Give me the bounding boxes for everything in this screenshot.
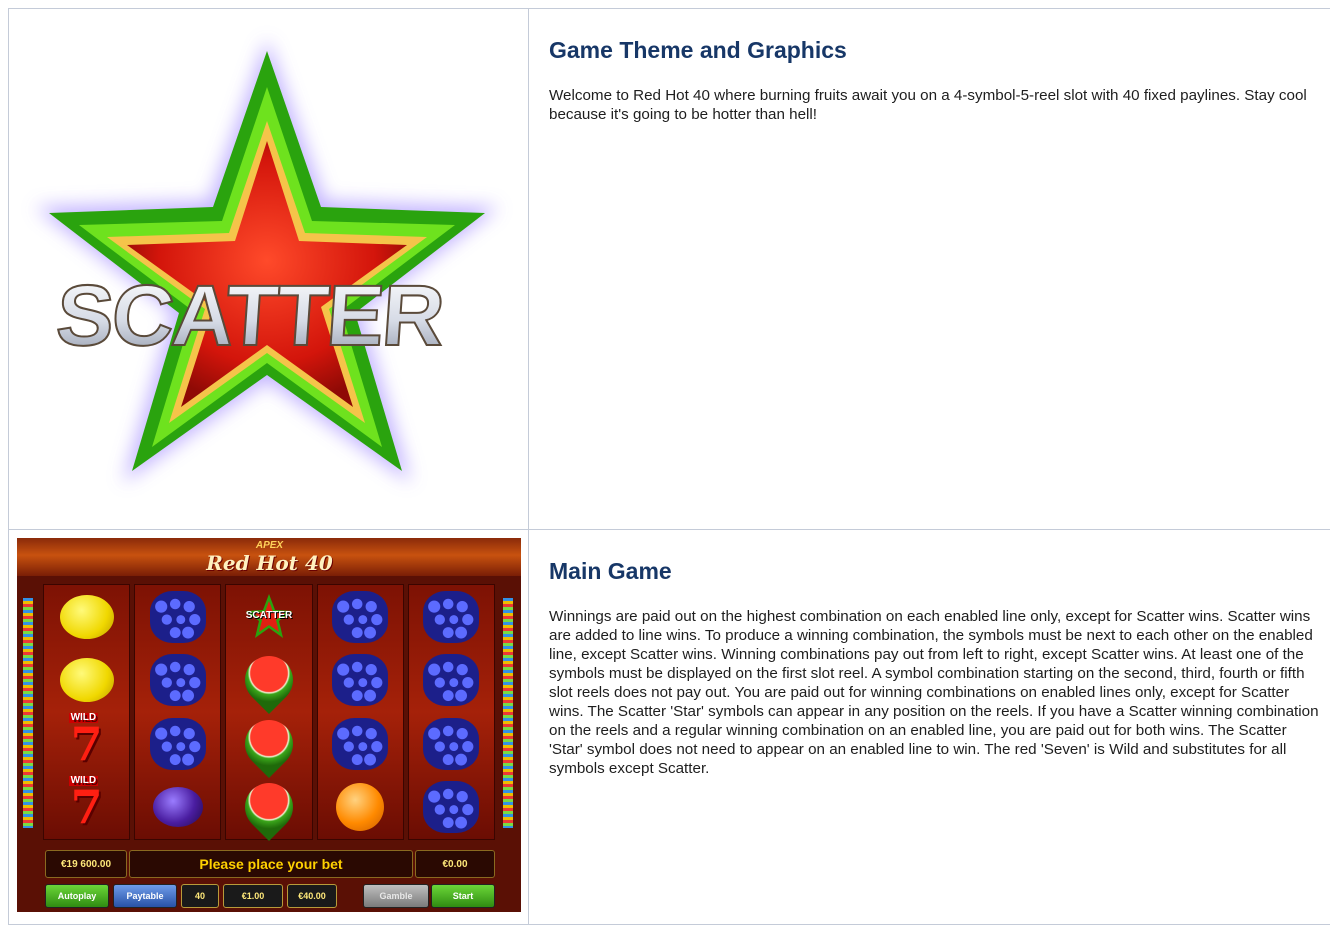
game-message: Please place your bet: [199, 856, 342, 872]
grapes-symbol: [329, 652, 391, 708]
grapes-symbol: [329, 716, 391, 772]
section-body-theme: Welcome to Red Hot 40 where burning frui…: [549, 86, 1321, 124]
grapes-symbol: [420, 589, 482, 645]
row-theme: SCATTER Game Theme and Graphics Welcome …: [9, 9, 1330, 530]
bet-per-line-value[interactable]: €1.00: [223, 884, 283, 908]
reel-5: [408, 584, 495, 840]
right-line-indicators: [503, 598, 513, 828]
watermelon-symbol: [238, 652, 300, 708]
left-line-indicators: [23, 598, 33, 828]
lines-value[interactable]: 40: [181, 884, 219, 908]
win-value: €0.00: [442, 859, 467, 870]
grapes-symbol: [147, 716, 209, 772]
watermelon-symbol: [238, 716, 300, 772]
wild-seven-symbol: WILD7: [56, 779, 118, 835]
main-game-text-cell: Main Game Winnings are paid out on the h…: [529, 530, 1330, 925]
grapes-symbol: [329, 589, 391, 645]
credit-value: €19 600.00: [61, 859, 111, 870]
plum-symbol: [147, 779, 209, 835]
section-heading-main-game: Main Game: [549, 558, 1321, 585]
autoplay-button[interactable]: Autoplay: [45, 884, 109, 908]
grapes-symbol: [147, 652, 209, 708]
start-button[interactable]: Start: [431, 884, 495, 908]
scatter-word: SCATTER: [53, 268, 446, 364]
theme-text-cell: Game Theme and Graphics Welcome to Red H…: [529, 9, 1330, 530]
reel-1: WILD7 WILD7: [43, 584, 130, 840]
scatter-symbol: SCATTER: [238, 589, 300, 645]
grapes-symbol: [147, 589, 209, 645]
orange-symbol: [329, 779, 391, 835]
section-body-main-game: Winnings are paid out on the highest com…: [549, 607, 1321, 778]
game-title: APEX Red Hot 40: [187, 540, 352, 575]
scatter-star-image: SCATTER: [9, 9, 528, 524]
lemon-symbol: [56, 652, 118, 708]
reel-4: [317, 584, 404, 840]
page: SCATTER Game Theme and Graphics Welcome …: [0, 0, 1330, 920]
reels: WILD7 WILD7 SCATTER: [43, 584, 495, 840]
paytable-button[interactable]: Paytable: [113, 884, 177, 908]
section-heading-theme: Game Theme and Graphics: [549, 37, 1321, 64]
gamble-button[interactable]: Gamble: [363, 884, 429, 908]
grapes-symbol: [420, 716, 482, 772]
reel-3: SCATTER: [225, 584, 312, 840]
total-bet-value: €40.00: [287, 884, 337, 908]
scatter-image-cell: SCATTER: [9, 9, 529, 530]
watermelon-symbol: [238, 779, 300, 835]
game-screenshot: APEX Red Hot 40 WILD7 WILD7: [17, 538, 521, 912]
game-name: Red Hot 40: [187, 551, 352, 575]
lemon-symbol: [56, 589, 118, 645]
win-panel: €0.00: [415, 850, 495, 878]
grapes-symbol: [420, 779, 482, 835]
credit-panel: €19 600.00: [45, 850, 127, 878]
reel-2: [134, 584, 221, 840]
message-panel: Please place your bet: [129, 850, 413, 878]
wild-seven-symbol: WILD7: [56, 716, 118, 772]
grapes-symbol: [420, 652, 482, 708]
apex-label: APEX: [187, 540, 352, 551]
